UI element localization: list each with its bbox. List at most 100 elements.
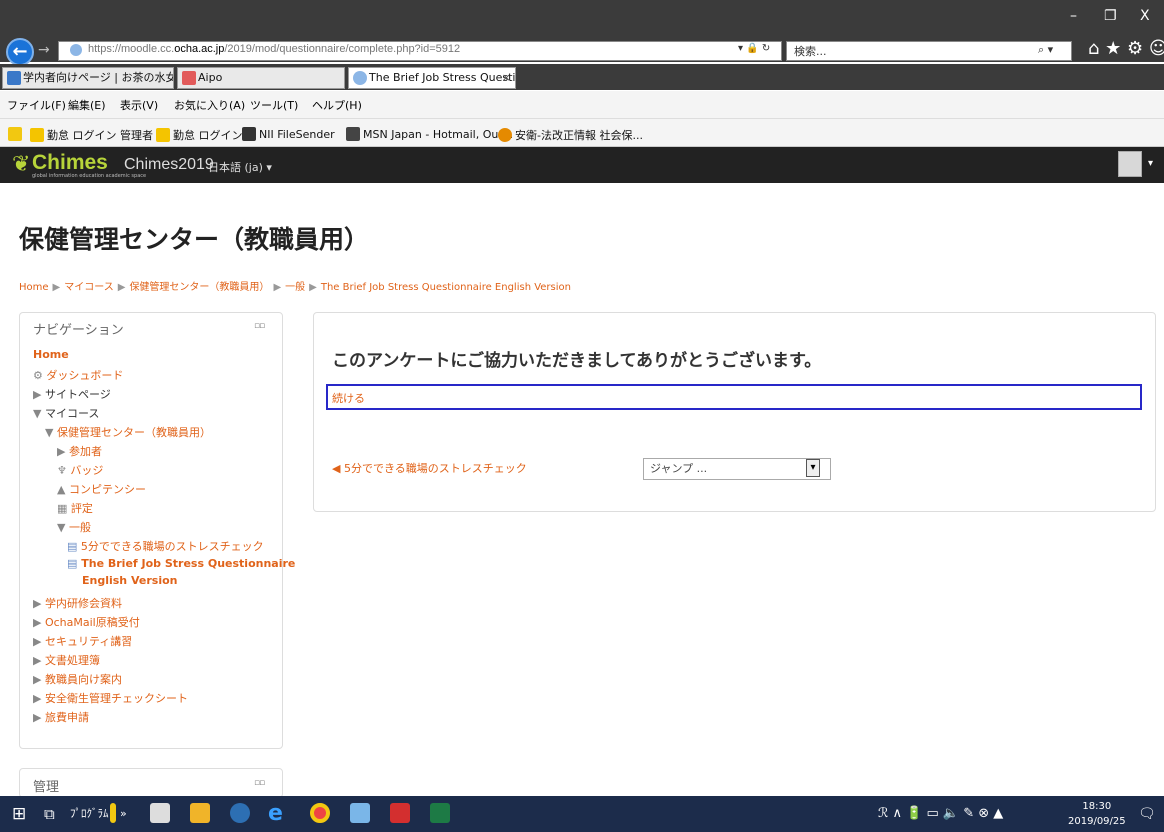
nav-course-safety[interactable]: ▶ 安全衛生管理チェックシート: [33, 690, 188, 706]
nav-activity-bjsq-line2[interactable]: English Version: [82, 574, 177, 587]
nav-course-ochamail[interactable]: ▶ OchaMail原稿受付: [33, 614, 140, 630]
language-menu[interactable]: 日本語 (ja) ▾: [208, 159, 272, 175]
grades-icon: ▦: [57, 502, 71, 515]
restore-button[interactable]: ❐: [1104, 8, 1117, 24]
close-tab-icon[interactable]: ×: [502, 68, 511, 88]
search-icon[interactable]: ⌕ ▾: [1038, 43, 1053, 57]
internet-explorer-icon[interactable]: e: [268, 803, 283, 825]
breadcrumb: Home ▶ マイコース ▶ 保健管理センター（教職員用） ▶ 一般 ▶ The Brief J…: [19, 282, 571, 293]
dashboard-icon: ⚙: [33, 369, 47, 382]
breadcrumb-section[interactable]: 一般: [285, 282, 305, 293]
clock-date: 2019/09/25: [1068, 816, 1126, 827]
nav-my-courses[interactable]: ▼ マイコース: [33, 405, 99, 421]
window-titlebar: [0, 0, 1164, 36]
address-url[interactable]: https://moodle.cc.ocha.ac.jp/2019/mod/qu…: [88, 43, 460, 55]
taskbar-clock[interactable]: 18:30 2019/09/25: [1068, 799, 1126, 829]
nav-participants[interactable]: ▶ 参加者: [57, 443, 102, 459]
nav-course-training[interactable]: ▶ 学内研修会資料: [33, 595, 122, 611]
nav-activity-bjsq[interactable]: ▤ The Brief Job Stress Questionnaire: [67, 557, 295, 570]
chrome-icon[interactable]: [310, 803, 330, 823]
nav-competencies[interactable]: ▲ コンピテンシー: [57, 481, 146, 497]
desktop-app-icon[interactable]: [150, 803, 170, 823]
collapse-arrow-icon: ▼: [33, 407, 45, 420]
jump-to-select[interactable]: ジャンプ ...: [643, 458, 831, 480]
tab-aipo[interactable]: Aipo: [177, 67, 345, 89]
windows-start-icon[interactable]: ⊞: [12, 803, 26, 825]
tab-strip: [0, 64, 1164, 90]
previous-activity-link[interactable]: ◀ 5分でできる職場のストレスチェック: [332, 460, 527, 476]
menu-help[interactable]: ヘルプ(H): [312, 97, 362, 113]
nav-site-pages[interactable]: ▶ サイトページ: [33, 386, 111, 402]
block-controls-icon[interactable]: ▫▫: [254, 778, 265, 788]
nav-course-documents[interactable]: ▶ 文書処理簿: [33, 652, 100, 668]
programs-toolbar[interactable]: ﾌﾟﾛｸﾞﾗﾑ: [70, 803, 109, 825]
breadcrumb-activity[interactable]: The Brief Job Stress Questionnaire Engli…: [321, 282, 571, 293]
programs-toolbar-icon: [110, 803, 116, 823]
nav-section-general[interactable]: ▼ 一般: [57, 519, 91, 535]
search-input[interactable]: [786, 41, 1072, 61]
nav-grades[interactable]: ▦ 評定: [57, 500, 93, 516]
favorites-star-icon[interactable]: [8, 127, 25, 141]
menu-view[interactable]: 表示(V): [120, 97, 158, 113]
chevron-down-icon[interactable]: ▾: [806, 459, 820, 477]
back-button[interactable]: ←: [6, 38, 34, 66]
network-app-icon[interactable]: [230, 803, 250, 823]
nav-course-travel[interactable]: ▶ 旅費申請: [33, 709, 89, 725]
continue-focus-box[interactable]: [326, 384, 1142, 410]
competency-icon: ▲: [57, 483, 69, 496]
nav-home[interactable]: Home: [33, 348, 69, 361]
menu-tools[interactable]: ツール(T): [250, 97, 298, 113]
fav-item[interactable]: 安衛-法改正情報 社会保...: [498, 127, 643, 143]
toolbar-overflow-icon[interactable]: »: [120, 803, 127, 825]
fav-item[interactable]: 勤怠 ログイン 管理者: [30, 127, 153, 143]
tab-questionnaire[interactable]: The Brief Job Stress Questio... ×: [348, 67, 516, 89]
nav-activity-stress-check[interactable]: ▤ 5分でできる職場のストレスチェック: [67, 538, 264, 554]
fav-item[interactable]: MSN Japan - Hotmail, Out...: [346, 127, 513, 141]
fav-item[interactable]: NII FileSender: [242, 127, 335, 141]
clock-time: 18:30: [1082, 801, 1112, 812]
site-logo[interactable]: Chimes: [32, 151, 108, 175]
navigation-block-title: ナビゲーション: [33, 323, 124, 338]
acrobat-icon[interactable]: [390, 803, 410, 823]
expand-arrow-icon: ▶: [33, 616, 45, 629]
nav-dashboard[interactable]: ⚙ ダッシュボード: [33, 367, 123, 383]
breadcrumb-home[interactable]: Home: [19, 282, 49, 293]
utility-app-icon[interactable]: [350, 803, 370, 823]
nav-course[interactable]: ▼ 保健管理センター（教職員用）: [45, 424, 211, 440]
expand-arrow-icon: ▶: [33, 711, 45, 724]
site-name[interactable]: Chimes2019: [124, 156, 214, 174]
browser-toolbar-icons[interactable]: ⌂ ★ ⚙ ☺: [1088, 38, 1164, 59]
close-window-button[interactable]: X: [1140, 8, 1150, 24]
nav-course-security[interactable]: ▶ セキュリティ講習: [33, 633, 132, 649]
main-content: [313, 312, 1156, 512]
search-placeholder: 検索...: [794, 45, 827, 58]
system-tray-icons[interactable]: ℛ ∧ 🔋 ▭ 🔈 ✎ ⊗ ▲: [878, 803, 1003, 825]
nav-badges[interactable]: ♆ バッジ: [57, 462, 103, 478]
completion-message: このアンケートにご協力いただきましてありがとうございます。: [332, 351, 822, 370]
menu-favorites[interactable]: お気に入り(A): [174, 97, 245, 113]
breadcrumb-mycourses[interactable]: マイコース: [64, 282, 114, 293]
expand-arrow-icon: ▶: [33, 692, 45, 705]
continue-link[interactable]: 続ける: [332, 390, 365, 406]
avatar[interactable]: [1118, 151, 1142, 177]
file-explorer-icon[interactable]: [190, 803, 210, 823]
forward-button[interactable]: →: [38, 42, 54, 58]
menu-edit[interactable]: 編集(E): [68, 97, 106, 113]
menu-file[interactable]: ファイル(F): [7, 97, 66, 113]
expand-arrow-icon: ▶: [57, 445, 69, 458]
block-controls-icon[interactable]: ▫▫: [254, 321, 265, 331]
expand-arrow-icon: ▶: [33, 654, 45, 667]
tab-portal[interactable]: 学内者向けページ | お茶の水女子...: [2, 67, 174, 89]
breadcrumb-course[interactable]: 保健管理センター（教職員用）: [129, 282, 269, 293]
address-tools-icons[interactable]: ▾ 🔒 ↻: [738, 43, 770, 54]
aipo-icon: [182, 71, 196, 85]
minimize-button[interactable]: –: [1070, 8, 1077, 24]
excel-icon[interactable]: [430, 803, 450, 823]
fav-item[interactable]: 勤怠 ログイン: [156, 127, 243, 143]
page-title: 保健管理センター（教職員用）: [19, 226, 370, 254]
user-menu-caret-icon[interactable]: ▾: [1148, 158, 1153, 169]
menu-bar: ファイル(F) 編集(E) 表示(V) お気に入り(A) ツール(T) ヘルプ(…: [0, 91, 1164, 119]
nav-course-staff-guide[interactable]: ▶ 教職員向け案内: [33, 671, 122, 687]
notifications-icon[interactable]: 🗨: [1138, 803, 1156, 825]
task-view-icon[interactable]: ⧉: [44, 803, 55, 825]
